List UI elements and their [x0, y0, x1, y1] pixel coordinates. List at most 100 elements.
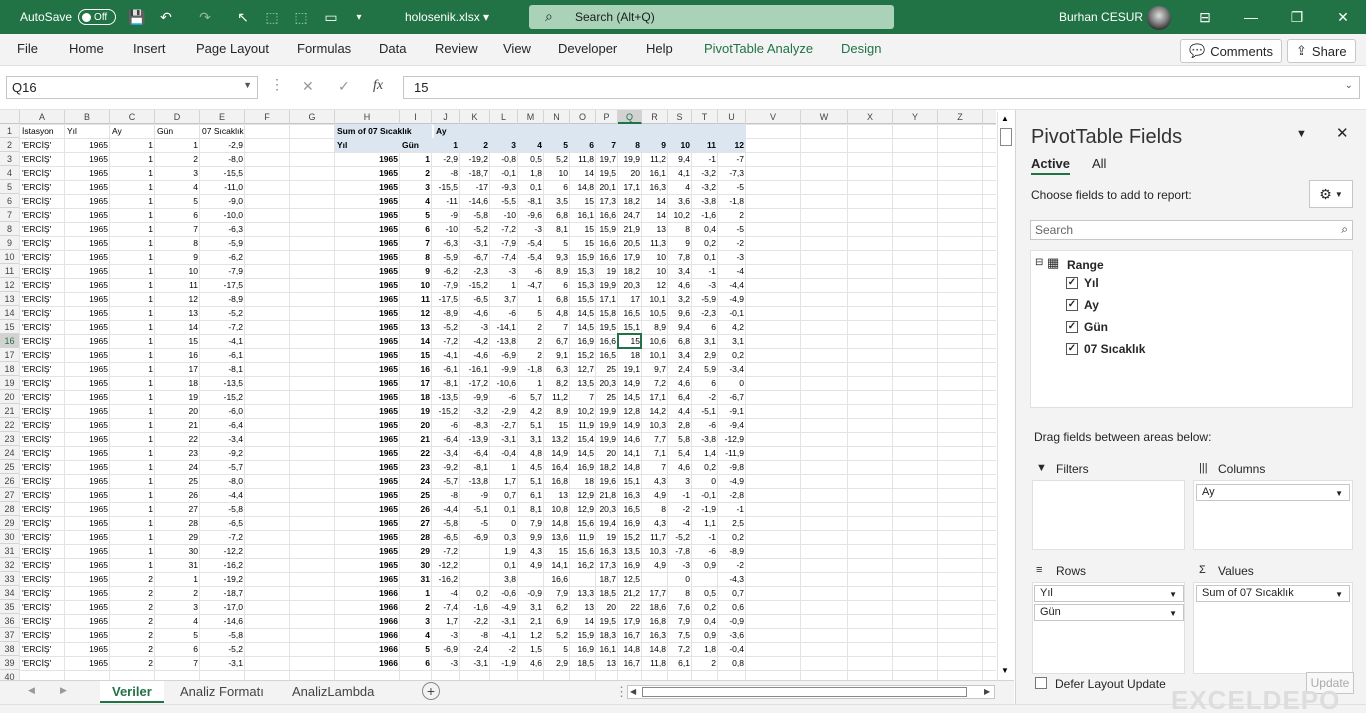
select-all-corner[interactable] [0, 110, 20, 124]
row-header-31[interactable]: 31 [0, 544, 20, 558]
menu-data[interactable]: Data [379, 41, 406, 56]
field-3[interactable]: ✓ Gün [1066, 320, 1108, 334]
more-options-icon[interactable]: ⋮ [270, 76, 284, 93]
row-header-36[interactable]: 36 [0, 614, 20, 628]
row-header-11[interactable]: 11 [0, 264, 20, 278]
area-field-item[interactable]: Yıl ▼ [1034, 585, 1184, 602]
tab-veriler[interactable]: Veriler [100, 681, 164, 703]
column-header-F[interactable]: F [245, 110, 290, 124]
tab-analiz-formatı[interactable]: Analiz Formatı [168, 681, 276, 703]
row-header-39[interactable]: 39 [0, 656, 20, 670]
tab-active[interactable]: Active [1031, 156, 1071, 175]
ribbon-display-icon[interactable]: ⊟ [1194, 0, 1216, 34]
column-header-R[interactable]: R [642, 110, 668, 124]
share-button[interactable]: ⇪ Share [1287, 39, 1356, 63]
column-header-O[interactable]: O [570, 110, 596, 124]
row-header-16[interactable]: 16 [0, 334, 20, 348]
row-header-4[interactable]: 4 [0, 166, 20, 180]
menu-view[interactable]: View [503, 41, 531, 56]
horizontal-scrollbar[interactable]: ◀ ▶ [627, 685, 995, 699]
checkbox-checked-icon[interactable]: ✓ [1066, 343, 1078, 355]
column-header-J[interactable]: J [432, 110, 460, 124]
row-header-28[interactable]: 28 [0, 502, 20, 516]
row-header-9[interactable]: 9 [0, 236, 20, 250]
row-header-18[interactable]: 18 [0, 362, 20, 376]
row-header-20[interactable]: 20 [0, 390, 20, 404]
column-header-A[interactable]: A [20, 110, 65, 124]
row-header-1[interactable]: 1 [0, 124, 20, 138]
row-header-27[interactable]: 27 [0, 488, 20, 502]
expand-formula-icon[interactable]: ⌄ [1345, 80, 1353, 91]
row-header-21[interactable]: 21 [0, 404, 20, 418]
column-header-M[interactable]: M [518, 110, 544, 124]
field-search-input[interactable]: Search ⌕ [1030, 220, 1353, 240]
menu-design[interactable]: Design [841, 41, 881, 56]
area-field-item[interactable]: Ay ▼ [1196, 484, 1350, 501]
menu-page-layout[interactable]: Page Layout [196, 41, 269, 56]
column-header-G[interactable]: G [290, 110, 335, 124]
h-scroll-thumb[interactable] [642, 687, 967, 697]
column-header-E[interactable]: E [200, 110, 245, 124]
chevron-down-icon[interactable]: ▼ [243, 80, 252, 90]
scroll-up-icon[interactable]: ▲ [1001, 114, 1009, 123]
present-icon[interactable]: ▭ [320, 0, 342, 34]
avatar[interactable] [1147, 6, 1171, 30]
insert-function-icon[interactable]: fx [373, 78, 383, 94]
chevron-down-icon[interactable]: ▼ [1169, 609, 1177, 618]
file-name[interactable]: holosenik.xlsx ▾ [405, 0, 489, 34]
row-header-2[interactable]: 2 [0, 138, 20, 152]
select-pointer-icon[interactable]: ↖ [232, 0, 254, 34]
vertical-scrollbar[interactable]: ▲ ▼ [997, 112, 1014, 680]
cancel-icon[interactable]: ✕ [302, 78, 314, 95]
column-header-V[interactable]: V [746, 110, 801, 124]
menu-review[interactable]: Review [435, 41, 478, 56]
add-sheet-icon[interactable]: + [422, 682, 440, 700]
row-header-34[interactable]: 34 [0, 586, 20, 600]
comments-button[interactable]: 💬 Comments [1180, 39, 1283, 63]
area-field-item[interactable]: Gün ▼ [1034, 604, 1184, 621]
menu-help[interactable]: Help [646, 41, 673, 56]
pane-options-icon[interactable]: ▼ [1296, 128, 1307, 140]
row-header-15[interactable]: 15 [0, 320, 20, 334]
chevron-down-icon[interactable]: ▼ [1335, 489, 1343, 498]
shape-icon[interactable]: ⬚ [261, 0, 283, 34]
tab-analizlambda[interactable]: AnalizLambda [280, 681, 386, 703]
autosave-toggle[interactable]: Off [78, 9, 117, 25]
checkbox-checked-icon[interactable]: ✓ [1066, 277, 1078, 289]
restore-icon[interactable]: ❐ [1286, 0, 1308, 34]
row-header-24[interactable]: 24 [0, 446, 20, 460]
enter-icon[interactable]: ✓ [338, 78, 350, 95]
worksheet-grid[interactable]: ABCDEFGHIJKLMNOPQRSTUVWXYZ 1 2 3 4 5 6 7 8 9 10 11… [0, 110, 996, 680]
column-header-Y[interactable]: Y [893, 110, 938, 124]
row-header-5[interactable]: 5 [0, 180, 20, 194]
row-header-32[interactable]: 32 [0, 558, 20, 572]
field-1[interactable]: ✓ Yıl [1066, 276, 1099, 290]
column-header-L[interactable]: L [490, 110, 518, 124]
search-box[interactable]: ⌕ Search (Alt+Q) [529, 5, 894, 29]
settings-button[interactable]: ⚙ ▼ [1309, 180, 1353, 208]
column-header-W[interactable]: W [801, 110, 848, 124]
menu-insert[interactable]: Insert [133, 41, 166, 56]
column-header-B[interactable]: B [65, 110, 110, 124]
chevron-down-icon[interactable]: ▼ [1335, 590, 1343, 599]
formula-input[interactable]: 15 ⌄ [403, 76, 1360, 99]
customize-qat-icon[interactable]: ▾ [348, 0, 370, 34]
field-4[interactable]: ✓ 07 Sıcaklık [1066, 342, 1145, 356]
column-header-Z[interactable]: Z [938, 110, 983, 124]
redo-icon[interactable]: ↷ [194, 0, 216, 34]
column-header-U[interactable]: U [718, 110, 746, 124]
row-header-40[interactable]: 40 [0, 670, 20, 680]
chevron-down-icon[interactable]: ▼ [1169, 590, 1177, 599]
column-header-I[interactable]: I [400, 110, 432, 124]
area-field-item[interactable]: Sum of 07 Sıcaklık ▼ [1196, 585, 1350, 602]
prev-sheet-icon[interactable]: ◀ [28, 685, 35, 696]
row-header-13[interactable]: 13 [0, 292, 20, 306]
row-header-30[interactable]: 30 [0, 530, 20, 544]
row-header-12[interactable]: 12 [0, 278, 20, 292]
row-header-25[interactable]: 25 [0, 460, 20, 474]
row-header-8[interactable]: 8 [0, 222, 20, 236]
column-header-P[interactable]: P [596, 110, 618, 124]
menu-formulas[interactable]: Formulas [297, 41, 351, 56]
close-window-icon[interactable]: ✕ [1332, 0, 1354, 34]
column-header-C[interactable]: C [110, 110, 155, 124]
